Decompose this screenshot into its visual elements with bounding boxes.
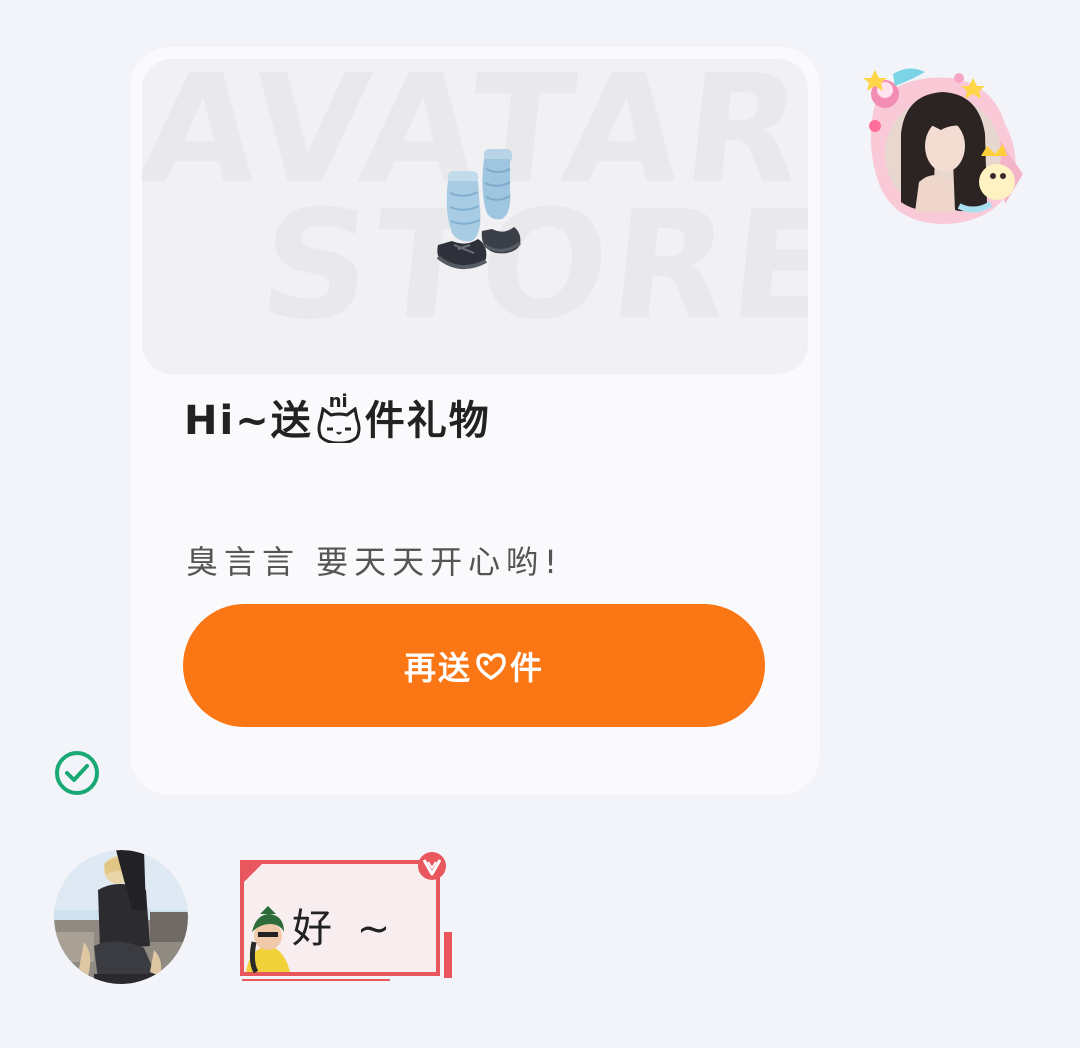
gift-card-title: Hi~送 ni 件礼物 (184, 391, 491, 447)
gift-message-card[interactable]: AVATAR STORE Hi~送 ni 件礼物 臭言言 要天天开心哟! 再送 … (130, 47, 820, 795)
reply-message-text: 好 ~ (292, 906, 397, 952)
title-prefix: Hi~送 (184, 398, 313, 444)
cat-face-icon: ni (315, 391, 363, 447)
heart-pendant-icon (476, 652, 506, 680)
send-another-gift-button[interactable]: 再送 件 (183, 604, 765, 727)
banner-watermark-store: STORE (252, 179, 808, 353)
title-suffix: 件礼物 (364, 398, 491, 444)
gift-banner: AVATAR STORE (142, 59, 808, 374)
sweets-avatar-frame-icon[interactable] (855, 64, 1025, 229)
check-circle-icon (55, 751, 99, 795)
user-avatar-icon[interactable] (54, 850, 188, 984)
button-prefix: 再送 (403, 648, 472, 687)
blue-leg-warmer-boots-icon (436, 149, 521, 269)
v-badge-icon (418, 852, 446, 880)
button-suffix: 件 (510, 648, 545, 687)
gift-card-subtitle: 臭言言 要天天开心哟! (186, 543, 564, 581)
